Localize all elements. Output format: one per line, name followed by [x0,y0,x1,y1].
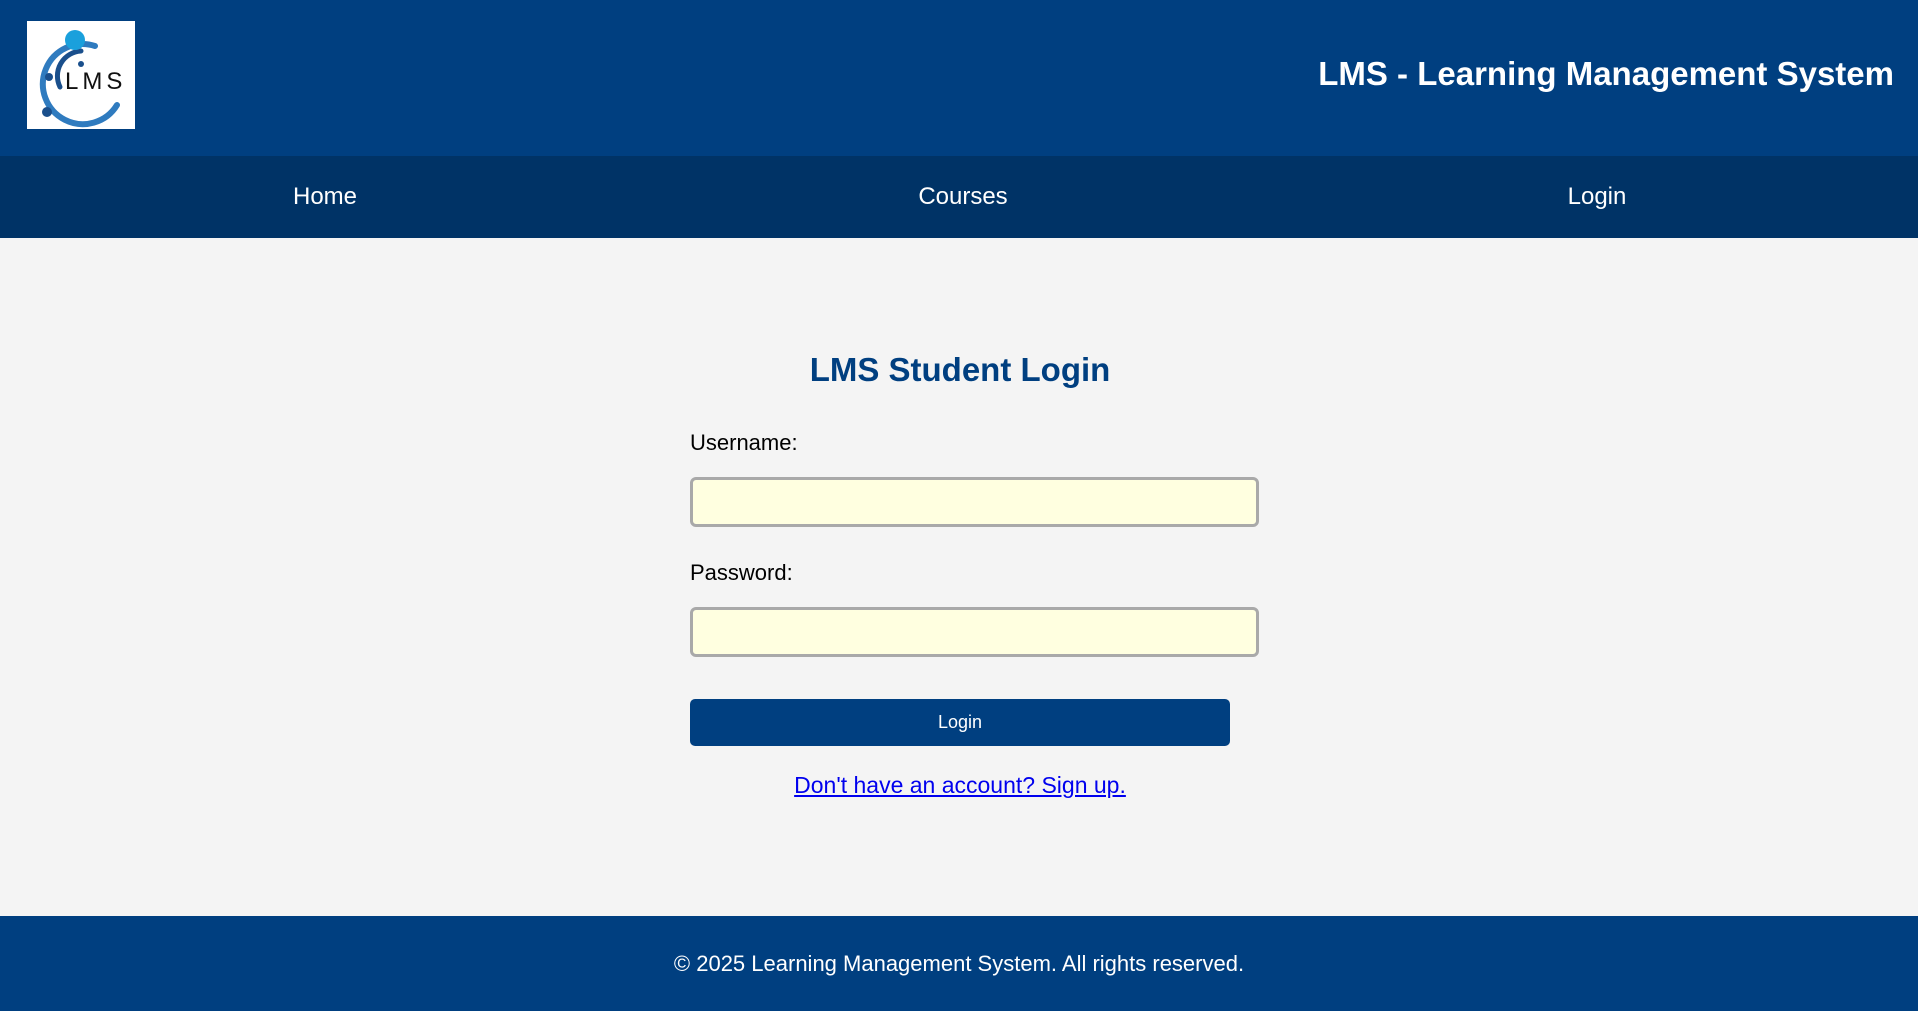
site-header: LMS LMS - Learning Management System [0,0,1918,156]
nav-home-link[interactable]: Home [0,156,650,238]
nav-login-link[interactable]: Login [1280,156,1914,238]
login-submit-button[interactable]: Login [690,699,1230,746]
username-label: Username: [690,430,798,455]
nav-courses-link[interactable]: Courses [646,156,1280,238]
svg-text:LMS: LMS [65,68,126,95]
site-title: LMS - Learning Management System [1318,55,1894,92]
login-section: LMS Student Login Username: Password: Lo… [0,238,1918,916]
lms-logo[interactable]: LMS [27,21,135,129]
signup-link[interactable]: Don't have an account? Sign up. [690,770,1230,800]
password-input[interactable] [690,607,1259,657]
footer-copyright: © 2025 Learning Management System. All r… [673,951,1245,976]
password-label: Password: [690,560,793,585]
username-input[interactable] [690,477,1259,527]
site-footer: © 2025 Learning Management System. All r… [0,916,1918,1011]
lms-logo-icon: LMS [39,30,126,128]
main-nav: Home Courses Login [0,156,1918,238]
login-title: LMS Student Login [809,351,1111,388]
